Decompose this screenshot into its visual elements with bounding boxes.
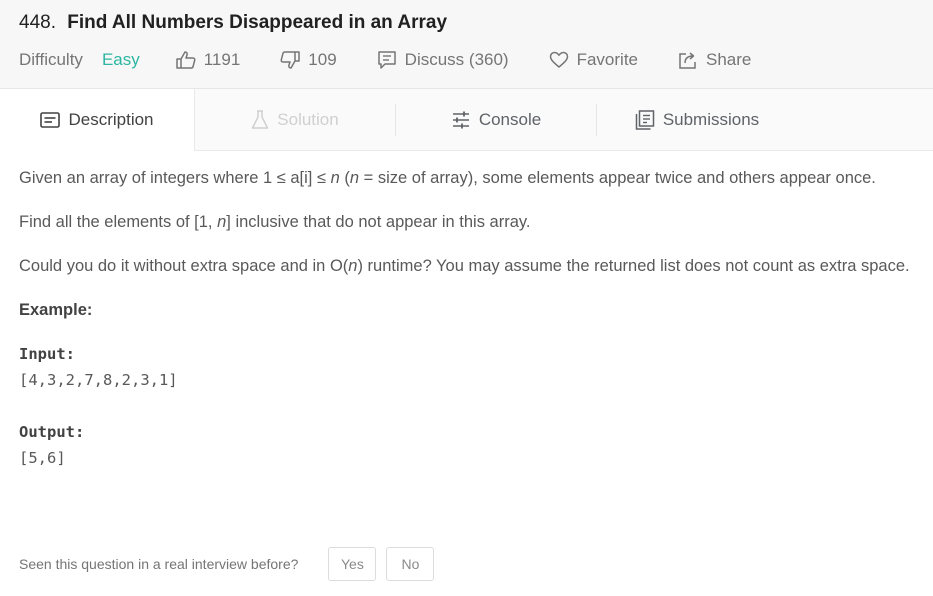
example-block: Input: [4,3,2,7,8,2,3,1] Output: [5,6]: [19, 341, 914, 471]
variable-n: n: [349, 169, 360, 187]
description-text: Could you do it without extra space and …: [19, 257, 349, 275]
like-button[interactable]: 1191: [175, 50, 241, 70]
share-button[interactable]: Share: [678, 50, 751, 70]
description-icon: [40, 112, 61, 128]
description-paragraph: Given an array of integers where 1 ≤ a[i…: [19, 165, 914, 191]
output-label: Output:: [19, 423, 85, 441]
comment-icon: [377, 51, 396, 69]
submissions-icon: [635, 109, 655, 130]
dislike-count: 109: [308, 50, 337, 69]
flask-icon: [252, 109, 269, 129]
problem-number: 448.: [19, 12, 56, 33]
tab-description[interactable]: Description: [0, 89, 195, 151]
description-text: = size of array), some elements appear t…: [359, 169, 876, 187]
tab-solution[interactable]: Solution: [195, 89, 395, 150]
favorite-button[interactable]: Favorite: [549, 50, 638, 70]
problem-meta: Difficulty Easy 1191 109 Discuss (360) F…: [19, 50, 933, 70]
discuss-link[interactable]: Discuss (360): [377, 50, 509, 70]
difficulty-label: Difficulty: [19, 50, 83, 69]
problem-header: 448. Find All Numbers Disappeared in an …: [0, 0, 933, 89]
tab-console[interactable]: Console: [396, 89, 596, 150]
example-heading: Example:: [19, 301, 93, 319]
dislike-button[interactable]: 109: [280, 50, 337, 70]
problem-name: Find All Numbers Disappeared in an Array: [67, 12, 448, 33]
interview-question: Seen this question in a real interview b…: [19, 556, 299, 572]
description-text: Find all the elements of [1,: [19, 213, 218, 231]
input-value: [4,3,2,7,8,2,3,1]: [19, 371, 178, 389]
description-paragraph: Could you do it without extra space and …: [19, 253, 914, 279]
thumbs-down-icon: [280, 51, 301, 69]
description-text: ] inclusive that do not appear in this a…: [226, 213, 531, 231]
thumbs-up-icon: [175, 51, 196, 69]
share-icon: [679, 52, 696, 69]
description-paragraph: Find all the elements of [1, n] inclusiv…: [19, 209, 914, 235]
input-label: Input:: [19, 345, 75, 363]
interview-poll: Seen this question in a real interview b…: [19, 547, 435, 581]
heart-icon: [549, 51, 568, 68]
variable-n: n: [217, 213, 227, 231]
tab-submissions[interactable]: Submissions: [597, 89, 797, 150]
description-text: ) runtime? You may assume the returned l…: [357, 257, 910, 275]
tab-submissions-label: Submissions: [662, 109, 760, 129]
discuss-label: Discuss (360): [404, 50, 509, 69]
tab-solution-label: Solution: [277, 109, 339, 129]
problem-tabs: Description Solution Console Submissions: [0, 89, 933, 151]
output-value: [5,6]: [19, 449, 66, 467]
yes-button[interactable]: Yes: [328, 547, 377, 581]
variable-n: n: [330, 169, 340, 187]
description-text: (: [339, 169, 350, 187]
description-text: Given an array of integers where 1 ≤ a[i…: [19, 169, 331, 187]
tab-description-label: Description: [68, 110, 154, 129]
favorite-label: Favorite: [576, 50, 639, 69]
no-button[interactable]: No: [386, 547, 435, 581]
sliders-icon: [452, 111, 469, 128]
share-label: Share: [706, 50, 752, 69]
problem-title: 448. Find All Numbers Disappeared in an …: [19, 0, 933, 40]
tab-console-label: Console: [478, 109, 542, 129]
problem-description: Given an array of integers where 1 ≤ a[i…: [0, 151, 933, 471]
like-count: 1191: [203, 50, 241, 69]
difficulty-value: Easy: [101, 50, 140, 69]
